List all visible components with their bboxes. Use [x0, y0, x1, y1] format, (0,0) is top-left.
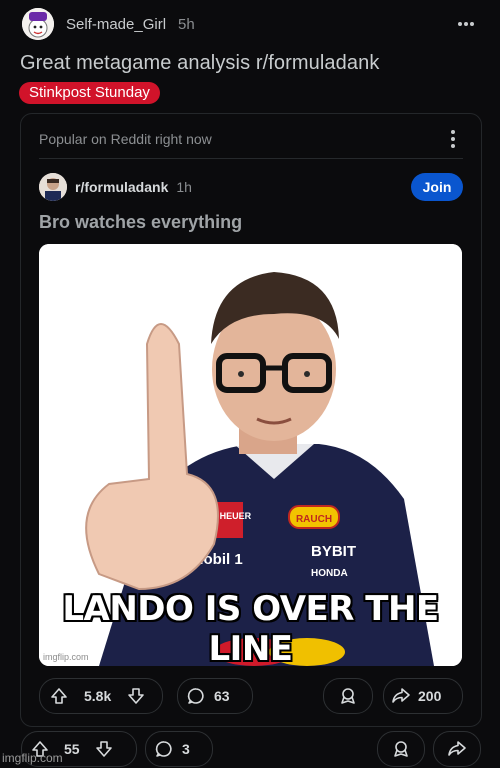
upvote-icon[interactable] — [40, 687, 78, 705]
horizontal-dots-icon — [458, 22, 474, 26]
embed-vote-group: 5.8k — [39, 678, 163, 714]
comment-icon — [178, 687, 214, 705]
subreddit-avatar[interactable] — [39, 173, 67, 201]
share-count: 200 — [418, 688, 442, 704]
meme-watermark: imgflip.com — [43, 652, 89, 662]
comment-count: 63 — [214, 688, 230, 704]
bybit-logo: BYBIT — [311, 543, 356, 560]
embed-share-button[interactable]: 200 — [383, 678, 463, 714]
honda-logo: HONDA — [311, 568, 348, 579]
post-award-button[interactable] — [377, 731, 425, 767]
downvote-icon[interactable] — [86, 740, 122, 758]
post-header: Self-made_Girl 5h — [22, 8, 480, 40]
share-icon — [448, 741, 466, 756]
comment-icon — [146, 740, 182, 758]
popular-label: Popular on Reddit right now — [39, 131, 212, 147]
embed-award-button[interactable] — [323, 678, 373, 714]
divider — [39, 158, 463, 159]
downvote-icon[interactable] — [117, 687, 155, 705]
imgflip-watermark: imgflip.com — [2, 751, 63, 765]
post-comments-button[interactable]: 3 — [145, 731, 213, 767]
post-time: 5h — [178, 15, 195, 33]
subreddit-name[interactable]: r/formuladank — [75, 179, 168, 195]
card-more-button[interactable] — [443, 128, 463, 150]
award-icon — [394, 741, 408, 757]
comment-count: 3 — [182, 741, 190, 757]
user-avatar[interactable] — [22, 8, 54, 40]
embed-comments-button[interactable]: 63 — [177, 678, 253, 714]
subreddit-row: r/formuladank 1h Join — [39, 172, 463, 202]
vertical-dots-icon — [451, 130, 455, 148]
embedded-post-card[interactable]: Popular on Reddit right now r/formuladan… — [20, 113, 482, 727]
vote-count: 5.8k — [84, 688, 112, 704]
embedded-post-time: 1h — [176, 179, 192, 195]
award-icon — [341, 688, 355, 704]
post-share-button[interactable] — [433, 731, 481, 767]
share-icon — [384, 687, 418, 705]
card-header: Popular on Reddit right now — [39, 128, 463, 150]
meme-caption: LANDO IS OVER THE LINE — [62, 589, 439, 666]
embedded-post-title[interactable]: Bro watches everything — [39, 212, 242, 233]
more-options-button[interactable] — [452, 10, 480, 38]
join-button[interactable]: Join — [411, 173, 463, 201]
post-title[interactable]: Great metagame analysis r/formuladank — [20, 52, 379, 75]
post-author[interactable]: Self-made_Girl — [66, 16, 166, 33]
rauch-logo: RAUCH — [296, 514, 332, 525]
meme-image[interactable]: RAUCH TAG HEUER Mobil 1 BYBIT HONDA LAND… — [39, 244, 462, 666]
post-flair[interactable]: Stinkpost Stunday — [19, 82, 160, 104]
